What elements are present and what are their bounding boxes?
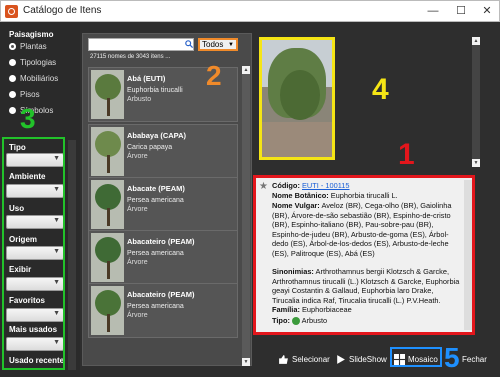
detail-vulgar: Nome Vulgar: Aveloz (BR), Cega-olho (BR)… bbox=[272, 201, 452, 258]
maximize-button[interactable]: ☐ bbox=[447, 2, 475, 21]
play-icon bbox=[337, 354, 345, 364]
item-name: Abá (EUTI) bbox=[127, 74, 166, 83]
slideshow-button[interactable]: SlideShow bbox=[335, 350, 387, 368]
annotation-number-5: 5 bbox=[444, 342, 460, 373]
detail-code: Código: EUTI - 100115 bbox=[272, 181, 350, 190]
radio-icon[interactable] bbox=[9, 91, 16, 99]
item-name: Abacateiro (PEAM) bbox=[127, 290, 195, 299]
radio-icon[interactable] bbox=[9, 107, 16, 115]
item-name: Abacate (PEAM) bbox=[127, 184, 185, 193]
radio-tipologias[interactable]: Tipologias bbox=[9, 58, 56, 70]
plant-preview-image[interactable] bbox=[259, 37, 335, 160]
select-button[interactable]: Selecionar bbox=[278, 350, 330, 368]
app-icon bbox=[5, 5, 18, 18]
slideshow-label: SlideShow bbox=[349, 354, 387, 364]
list-item[interactable]: Abacateiro (PEAM) Persea americana Árvor… bbox=[88, 230, 238, 285]
filter-dropdown-todos[interactable]: Todos ▼ bbox=[198, 38, 238, 51]
item-scientific-name: Persea americana bbox=[127, 303, 184, 310]
window-title: Catálogo de Itens bbox=[23, 5, 102, 16]
item-scientific-name: Carica papaya bbox=[127, 144, 173, 151]
radio-mobiliarios[interactable]: Mobiliários bbox=[9, 74, 58, 86]
list-item[interactable]: Ababaya (CAPA) Carica papaya Árvore bbox=[88, 124, 238, 179]
detail-botanical: Nome Botânico: Euphorbia tirucalli L. bbox=[272, 191, 398, 200]
annotation-number-1: 1 bbox=[398, 138, 415, 171]
title-bar: Catálogo de Itens — ☐ ✕ bbox=[0, 0, 500, 22]
image-scrollbar[interactable]: ▲ ▼ bbox=[472, 37, 480, 167]
minimize-button[interactable]: — bbox=[419, 2, 447, 21]
item-type: Árvore bbox=[127, 206, 148, 213]
radio-label: Pisos bbox=[20, 90, 40, 99]
close-label: Fechar bbox=[462, 354, 487, 364]
list-item[interactable]: Abacateiro (PEAM) Persea americana Árvor… bbox=[88, 283, 238, 338]
item-scientific-name: Persea americana bbox=[127, 250, 184, 257]
radio-icon[interactable] bbox=[9, 59, 16, 67]
detail-synonyms: Sinonimias: Arthrothamnus bergii Klotzsc… bbox=[272, 267, 460, 305]
scroll-up-icon[interactable]: ▲ bbox=[472, 37, 480, 45]
scroll-down-icon[interactable]: ▼ bbox=[242, 358, 250, 366]
item-type: Arbusto bbox=[127, 96, 152, 103]
item-name: Abacateiro (PEAM) bbox=[127, 237, 195, 246]
item-scientific-name: Euphorbia tirucalli bbox=[127, 87, 183, 94]
favorite-star-icon[interactable]: ★ bbox=[259, 181, 268, 192]
chevron-down-icon: ▼ bbox=[228, 42, 234, 48]
result-count: 27115 nomes de 3043 itens ... bbox=[90, 54, 171, 60]
radio-icon[interactable] bbox=[9, 75, 16, 83]
highlight-box-filters bbox=[2, 137, 65, 370]
item-thumbnail bbox=[91, 233, 124, 282]
detail-scrollbar[interactable] bbox=[464, 180, 472, 330]
search-icon[interactable] bbox=[185, 40, 193, 48]
radio-plantas[interactable]: Plantas bbox=[9, 42, 47, 54]
code-link[interactable]: EUTI - 100115 bbox=[302, 181, 350, 190]
radio-label: Mobiliários bbox=[20, 74, 59, 83]
item-thumbnail bbox=[91, 180, 124, 229]
item-type: Árvore bbox=[127, 259, 148, 266]
filter-dropdown-value: Todos bbox=[202, 40, 224, 49]
annotation-number-2: 2 bbox=[206, 60, 222, 91]
radio-pisos[interactable]: Pisos bbox=[9, 90, 40, 102]
radio-label: Tipologias bbox=[20, 58, 57, 67]
item-thumbnail bbox=[91, 70, 124, 119]
item-name: Ababaya (CAPA) bbox=[127, 131, 187, 140]
item-type: Árvore bbox=[127, 312, 148, 319]
annotation-number-4: 4 bbox=[372, 73, 389, 106]
close-button[interactable]: Fechar bbox=[462, 350, 487, 368]
leaf-icon bbox=[292, 317, 300, 326]
radio-icon[interactable] bbox=[9, 43, 16, 51]
item-type: Árvore bbox=[127, 153, 148, 160]
annotation-number-3: 3 bbox=[20, 103, 36, 134]
scroll-up-icon[interactable]: ▲ bbox=[242, 66, 250, 74]
radio-label: Plantas bbox=[20, 42, 47, 51]
item-thumbnail bbox=[91, 286, 124, 335]
item-thumbnail bbox=[91, 127, 124, 176]
search-input[interactable] bbox=[88, 38, 194, 51]
highlight-box-mosaic bbox=[390, 347, 442, 367]
list-scrollbar[interactable]: ▲ ▼ bbox=[242, 66, 250, 366]
sidebar-scrollbar[interactable] bbox=[68, 140, 76, 370]
close-window-button[interactable]: ✕ bbox=[473, 2, 500, 21]
list-item[interactable]: Abacate (PEAM) Persea americana Árvore bbox=[88, 177, 238, 232]
scroll-down-icon[interactable]: ▼ bbox=[472, 159, 480, 167]
thumbs-up-icon bbox=[279, 354, 288, 364]
sidebar-section-title: Paisagismo bbox=[9, 30, 54, 39]
detail-family: Família: Euphorbiaceae bbox=[272, 305, 352, 314]
item-scientific-name: Persea americana bbox=[127, 197, 184, 204]
select-label: Selecionar bbox=[292, 354, 330, 364]
detail-type: Tipo: Arbusto bbox=[272, 316, 328, 326]
